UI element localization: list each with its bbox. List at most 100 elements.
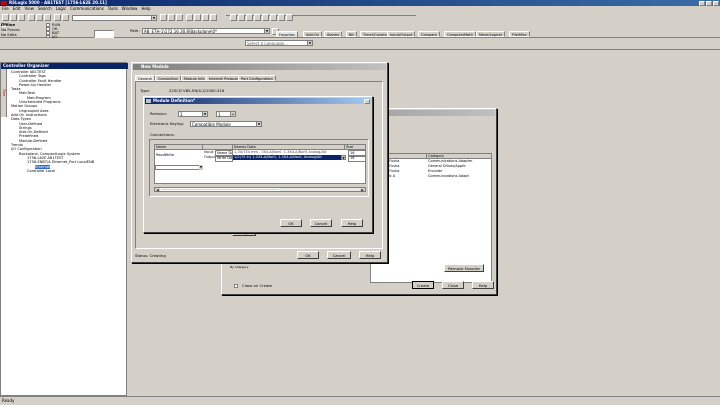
grid-header-name[interactable]: Name [155,145,203,150]
cancel-button[interactable]: Cancel [327,251,351,259]
xio-icon[interactable] [254,14,261,21]
type-value: 22SCD VBS-EN/X-2/1000-516 [169,88,225,93]
language-placeholder: Select a Language... [247,41,288,46]
type-label: Type: [140,88,150,93]
minimize-icon[interactable] [699,0,705,6]
ok-button[interactable]: OK [280,219,302,227]
properties-icon[interactable] [202,14,209,21]
status-text: Status: Creating [135,253,166,258]
revision-major-select[interactable]: 1 ▼ [178,111,208,117]
revision-minor-value: 1 [218,112,221,117]
verify-icon[interactable] [168,14,175,21]
undo-icon[interactable] [54,14,61,21]
io-led [46,35,50,38]
keying-select[interactable]: Compatible Module ▼ [190,121,262,127]
module-definition-title: Module Definition* [153,98,196,103]
tab-input-output[interactable]: Input/Output [387,31,416,37]
find-icon[interactable] [160,14,167,21]
grid-cell[interactable]: Communications Adapt [427,174,492,179]
path-value: AB_ETH-1\172.16.30.8\Backplane\0* [144,29,218,34]
close-button[interactable]: Close [442,281,464,289]
maximize-icon[interactable] [706,0,712,6]
redo-icon[interactable] [62,14,69,21]
tree-vertical-tab[interactable]: Tree [1,69,7,117]
tab-compare[interactable]: Compare [418,31,440,37]
remove-favorite-button[interactable]: Remove Favorite [444,264,484,272]
organizer-title: Controller Organizer [1,63,128,69]
close-on-create-checkbox[interactable] [234,284,238,288]
tab-compute-math[interactable]: Compute/Math [444,31,476,37]
open-icon[interactable] [10,14,17,21]
language-combo[interactable]: Select a Language... ▼ [245,40,313,46]
new-icon[interactable] [2,14,9,21]
close-icon[interactable] [713,0,719,6]
help-button[interactable]: Help [359,251,381,259]
chevron-down-icon[interactable]: ▼ [202,112,207,116]
dialog-icon [146,99,151,103]
scroll-right-icon[interactable]: ▶ [360,188,365,192]
rung-icon[interactable] [230,14,237,21]
new-connection-row[interactable] [155,165,203,170]
keying-value: Compatible Module [192,122,231,127]
edits-text: No Edits [1,32,17,37]
controller-status-panel: Offline No Forces No Edits RUN OK BAT I/… [0,22,68,39]
output-label: Output: [204,155,215,159]
chevron-down-icon[interactable]: ▼ [199,165,203,170]
ons-icon[interactable] [286,14,293,21]
chevron-down-icon[interactable]: ▼ [341,155,346,160]
paste-icon[interactable] [44,14,51,21]
output-size[interactable]: 16 [348,155,366,162]
new-module-title: New Module [141,64,169,69]
io-led-label: I/O [52,33,58,39]
connections-grid: Name Names Data Size ReadWrite Input: Ou… [154,144,366,184]
output-type[interactable]: Write Data [215,155,233,162]
app-title: RSLogix 5000 - AB1TEST [1756-L62E 20.11] [9,0,107,5]
cancel-button[interactable]: Cancel [310,219,332,227]
xic-icon[interactable] [246,14,253,21]
tab-alarms[interactable]: Alarms [324,31,343,37]
zoom-in-icon[interactable] [186,14,193,21]
ote-icon[interactable] [262,14,269,21]
show-label: By Category [230,265,249,269]
browse-icon[interactable] [176,14,183,21]
ok-button[interactable]: OK [297,251,319,259]
window-controls [699,0,719,6]
tab-file-misc[interactable]: File/Misc [509,31,530,37]
help-icon[interactable] [210,14,217,21]
divider [0,49,720,50]
horizontal-scrollbar[interactable]: ◀ ▶ [154,187,366,192]
connection-name[interactable]: ReadWrite [155,153,203,158]
chevron-down-icon[interactable]: ▼ [307,41,312,45]
controller-organizer: Controller Organizer Tree Controller AB1… [0,62,128,396]
tab-move-logical[interactable]: Move/Logical [476,31,505,37]
save-icon[interactable] [18,14,25,21]
otu-icon[interactable] [278,14,285,21]
close-on-create-label: Close on Create [242,283,273,288]
tab-add-on[interactable]: Add-On [303,31,323,37]
revision-minor-input[interactable]: 1 ▴ [216,111,236,117]
organizer-tree: Controller AB1TEST Controller Tags Contr… [9,70,127,173]
help-button[interactable]: Help [341,219,363,227]
tab-bit[interactable]: Bit [346,31,357,37]
scroll-thumb[interactable] [160,188,280,191]
tree-item[interactable]: Controller Local [9,169,127,173]
tab-favorites[interactable]: Favorites [276,31,298,37]
path-combo[interactable]: AB_ETH-1\172.16.30.8\Backplane\0* ▼ [142,28,270,34]
otl-icon[interactable] [270,14,277,21]
copy-icon[interactable] [36,14,43,21]
branch-icon[interactable] [238,14,245,21]
spinner-icon[interactable]: ▴ [230,112,235,116]
help-button[interactable]: Help [472,281,494,289]
zoom-out-icon[interactable] [194,14,201,21]
chevron-down-icon[interactable]: ▼ [264,29,269,33]
keying-label: Electronic Keying: [150,121,184,126]
toolbar-area: ▼ Offline No Forces No Edits RUN OK BAT … [0,12,720,39]
close-icon[interactable] [364,98,370,104]
chevron-down-icon[interactable]: ▼ [256,122,261,126]
output-data-select[interactable]: 1/2(75 in) 1-2X4-A/Nor0, 1-3X4-A/Nor0, A… [233,155,345,160]
cut-icon[interactable] [28,14,35,21]
status-bar: Ready [0,396,720,404]
search-combo[interactable]: ▼ [72,15,157,21]
create-button[interactable]: Create [412,281,434,289]
chevron-down-icon[interactable]: ▼ [151,16,156,20]
